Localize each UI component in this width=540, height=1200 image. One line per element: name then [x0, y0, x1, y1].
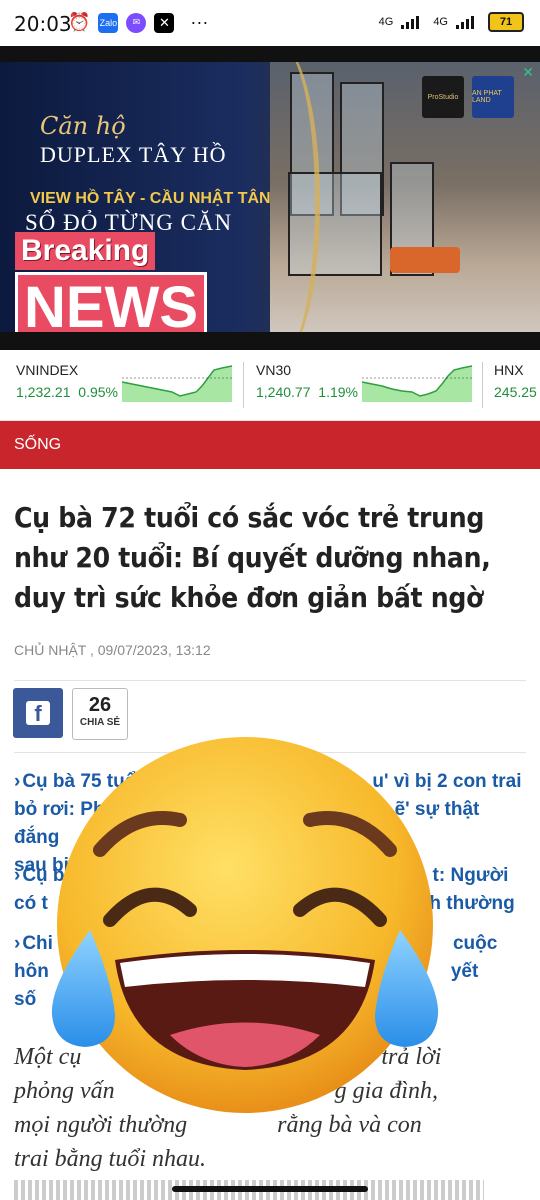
ticker-item-vn30[interactable]: VN30 1,240.77 1.19% [256, 362, 358, 400]
article-title: Cụ bà 72 tuổi có sắc vóc trẻ trung như 2… [14, 501, 491, 614]
ticker-value: 245.25 [494, 384, 537, 400]
status-right: 4G 4G 71 [379, 12, 524, 32]
zalo-icon: Zalo [98, 12, 119, 33]
ad-choices-icon[interactable]: ✕ [522, 64, 534, 81]
sofa [390, 247, 460, 273]
network-label-2: 4G [433, 16, 448, 28]
ticker-name: HNX [494, 362, 524, 378]
ticker-name: VN30 [256, 362, 292, 378]
alarm-icon: ⏰ [68, 12, 91, 32]
prostudio-logo: ProStudio [422, 76, 464, 118]
stock-ticker[interactable]: VNINDEX 1,232.21 0.95% VN30 1,240.77 1.1… [0, 350, 540, 421]
network-label-1: 4G [378, 16, 394, 28]
signal-icon-2 [456, 15, 480, 29]
banner-line-2: DUPLEX TÂY HỒ [40, 142, 227, 167]
tears-of-joy-emoji-icon [51, 737, 439, 1113]
battery-icon: 71 [488, 12, 524, 32]
vnindex-sparkline [122, 365, 232, 402]
vn30-sparkline [362, 365, 472, 402]
signal-icon [401, 15, 425, 29]
status-bar: 20:03 ⏰ Zalo ✉ ✕ ··· 4G 4G 71 [0, 0, 540, 46]
facebook-icon: f [26, 701, 50, 726]
ticker-name: VNINDEX [16, 362, 79, 378]
chevron-right-icon: › [14, 933, 21, 954]
article-date: CHỦ NHẬT , 09/07/2023, 13:12 [14, 642, 211, 658]
ticker-item-vnindex[interactable]: VNINDEX 1,232.21 0.95% [16, 362, 118, 400]
ticker-value: 1,232.21 0.95% [16, 384, 118, 400]
status-time: 20:03 [14, 12, 72, 36]
more-icon: ··· [190, 12, 209, 32]
news-label: NEWS [15, 272, 207, 332]
ticker-separator [482, 362, 483, 408]
home-indicator[interactable] [172, 1186, 368, 1192]
x-icon: ✕ [154, 12, 175, 33]
banner-bottom-edge [0, 332, 540, 350]
ticker-value: 1,240.77 1.19% [256, 384, 358, 400]
breaking-label: Breaking [15, 232, 156, 270]
ticker-separator [243, 362, 244, 408]
messenger-icon: ✉ [126, 12, 147, 33]
chevron-right-icon: › [14, 865, 21, 886]
banner-line-3: VIEW HỒ TÂY - CẦU NHẬT TÂN [30, 190, 271, 207]
banner-line-1: Căn hộ [40, 112, 126, 140]
section-label[interactable]: SỐNG [14, 436, 61, 454]
section-bar[interactable]: SỐNG [0, 421, 540, 469]
anphatland-logo: AN PHAT LAND [472, 76, 514, 118]
share-count: 26 [88, 694, 112, 716]
notification-icons: ⏰ Zalo ✉ ✕ ··· [68, 12, 208, 33]
chevron-right-icon: › [14, 771, 21, 792]
ticker-item-hnx[interactable]: HNX 245.25 [494, 362, 537, 400]
ad-banner[interactable]: Căn hộ DUPLEX TÂY HỒ VIEW HỒ TÂY - CẦU N… [0, 62, 540, 332]
banner-top-edge [0, 46, 540, 62]
divider [14, 680, 526, 681]
